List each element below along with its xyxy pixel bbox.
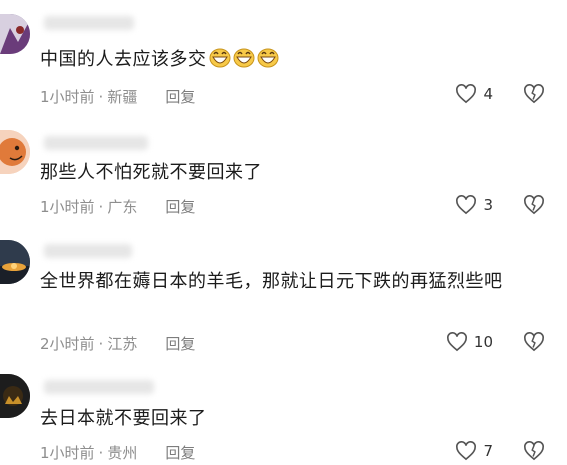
reply-button[interactable]: 回复 (165, 335, 195, 353)
like-count: 4 (483, 85, 493, 103)
like-button[interactable]: 4 (455, 84, 493, 104)
broken-heart-icon (524, 84, 544, 104)
comment-text-content: 中国的人去应该多交 (40, 49, 207, 70)
broken-heart-icon (524, 195, 544, 215)
comment-meta: 1小时前 · 新疆 回复 (40, 86, 195, 107)
dislike-button[interactable] (523, 332, 545, 356)
avatar[interactable] (0, 130, 30, 174)
grinning-face-emoji (207, 48, 231, 70)
username-redacted (44, 16, 134, 30)
comment-time: 1小时前 (40, 198, 95, 216)
reply-button[interactable]: 回复 (165, 88, 195, 106)
dislike-button[interactable] (523, 441, 545, 465)
like-count: 10 (473, 333, 493, 351)
like-button[interactable]: 7 (455, 441, 493, 461)
reply-button[interactable]: 回复 (165, 198, 195, 216)
comment-time: 2小时前 (40, 335, 95, 353)
comment-location: 贵州 (107, 444, 138, 462)
meta-separator: · (98, 335, 104, 353)
avatar[interactable] (0, 240, 30, 284)
username-redacted (44, 380, 154, 394)
comment-location: 新疆 (107, 88, 138, 106)
comment-time: 1小时前 (40, 444, 95, 462)
dislike-button[interactable] (523, 195, 545, 219)
grinning-face-emoji (231, 48, 255, 70)
broken-heart-icon (524, 441, 544, 461)
like-count: 7 (483, 442, 493, 460)
comment-location: 广东 (107, 198, 138, 216)
username-redacted (44, 136, 148, 150)
comment-text: 去日本就不要回来了 (40, 408, 207, 429)
avatar[interactable] (0, 14, 30, 54)
comment-text: 全世界都在薅日本的羊毛，那就让日元下跌的再猛烈些吧 (40, 271, 503, 292)
avatar[interactable] (0, 374, 30, 418)
comment-location: 江苏 (107, 335, 138, 353)
comment-time: 1小时前 (40, 88, 95, 106)
heart-outline-icon (456, 84, 477, 104)
meta-separator: · (98, 444, 104, 462)
like-button[interactable]: 3 (455, 195, 493, 215)
grinning-face-emoji (255, 48, 279, 70)
meta-separator: · (98, 198, 104, 216)
comment-meta: 1小时前 · 广东 回复 (40, 196, 195, 217)
heart-outline-icon (456, 195, 477, 215)
dislike-button[interactable] (523, 84, 545, 108)
heart-outline-icon (446, 332, 467, 352)
broken-heart-icon (524, 332, 544, 352)
comment-text: 中国的人去应该多交 (40, 45, 547, 75)
like-button[interactable]: 10 (446, 332, 493, 352)
heart-outline-icon (456, 441, 477, 461)
reply-button[interactable]: 回复 (165, 444, 195, 462)
like-count: 3 (483, 196, 493, 214)
comment-meta: 2小时前 · 江苏 回复 (40, 333, 195, 354)
meta-separator: · (98, 88, 104, 106)
comment-text: 那些人不怕死就不要回来了 (40, 162, 262, 183)
username-redacted (44, 244, 132, 258)
